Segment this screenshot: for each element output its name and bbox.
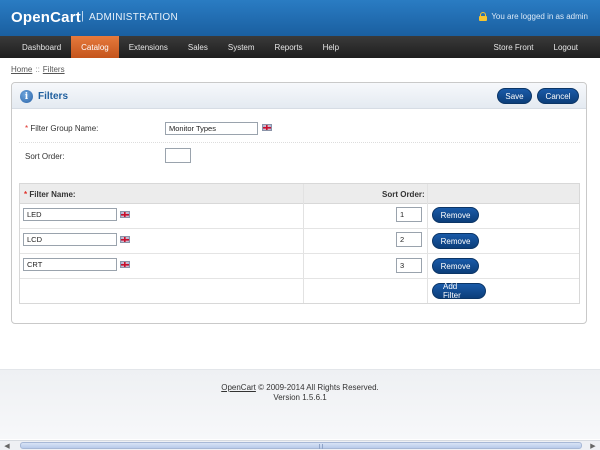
group-name-input[interactable]: Monitor Types <box>165 122 258 135</box>
filter-name-input[interactable]: LED <box>23 208 117 221</box>
info-icon: i <box>20 90 33 103</box>
language-flag-icon <box>120 211 130 218</box>
filter-sort-input[interactable]: 1 <box>396 207 422 222</box>
menu-system[interactable]: System <box>218 36 265 58</box>
language-flag-icon <box>120 236 130 243</box>
menu-catalog[interactable]: Catalog <box>71 36 119 58</box>
add-filter-button[interactable]: Add Filter <box>432 282 486 300</box>
header-sort-order: Sort Order: <box>382 190 425 199</box>
required-mark: * <box>25 124 29 133</box>
breadcrumb-separator: :: <box>35 65 40 74</box>
footer-opencart-link[interactable]: OpenCart <box>221 383 256 392</box>
footer-version: Version 1.5.6.1 <box>273 393 327 402</box>
required-mark: * <box>24 190 28 199</box>
login-status: You are logged in as admin <box>479 12 588 21</box>
menu-reports[interactable]: Reports <box>265 36 313 58</box>
logo-separator: | <box>81 10 84 22</box>
remove-button[interactable]: Remove <box>432 207 479 223</box>
menu-help[interactable]: Help <box>313 36 349 58</box>
opencart-logo[interactable]: OpenCart <box>11 9 81 26</box>
admin-subtitle: ADMINISTRATION <box>89 12 179 23</box>
filter-sort-input[interactable]: 2 <box>396 232 422 247</box>
main-menu: Dashboard Catalog Extensions Sales Syste… <box>0 36 600 58</box>
app-header: OpenCart | ADMINISTRATION You are logged… <box>0 0 600 36</box>
footer-copyright: OpenCart © 2009-2014 All Rights Reserved… <box>0 383 600 392</box>
sort-order-input[interactable] <box>165 148 191 163</box>
menu-extensions[interactable]: Extensions <box>119 36 178 58</box>
remove-button[interactable]: Remove <box>432 258 479 274</box>
page-footer: OpenCart © 2009-2014 All Rights Reserved… <box>0 369 600 439</box>
filter-sort-input[interactable]: 3 <box>396 258 422 273</box>
menu-dashboard[interactable]: Dashboard <box>0 36 71 58</box>
group-name-label-text: Filter Group Name: <box>30 124 99 133</box>
save-button[interactable]: Save <box>497 88 532 104</box>
breadcrumb: Home:: Filters <box>11 65 65 74</box>
footer-copyright-text: © 2009-2014 All Rights Reserved. <box>258 383 379 392</box>
panel-header: i Filters Save Cancel <box>12 83 586 109</box>
menu-sales[interactable]: Sales <box>178 36 218 58</box>
horizontal-scrollbar[interactable]: ◀ ▶ <box>0 440 600 450</box>
group-name-row: * Filter Group Name: <box>19 113 580 143</box>
page-title: Filters <box>38 91 69 102</box>
remove-button[interactable]: Remove <box>432 233 479 249</box>
filter-name-input[interactable]: CRT <box>23 258 117 271</box>
breadcrumb-filters[interactable]: Filters <box>43 65 65 74</box>
header-filter-name-text: Filter Name: <box>29 190 76 199</box>
header-filter-name: * Filter Name: <box>24 190 76 199</box>
language-flag-icon <box>262 124 272 131</box>
sort-order-label: Sort Order: <box>25 152 65 161</box>
login-text: You are logged in as admin <box>491 12 588 21</box>
breadcrumb-home[interactable]: Home <box>11 65 32 74</box>
scroll-thumb[interactable] <box>20 442 582 449</box>
sort-order-row: Sort Order: <box>19 143 580 171</box>
menu-right-group: Store Front Logout <box>484 36 600 58</box>
filter-name-input[interactable]: LCD <box>23 233 117 246</box>
table-header: * Filter Name: Sort Order: <box>20 184 579 204</box>
grip-icon <box>319 444 323 449</box>
group-name-label: * Filter Group Name: <box>25 124 98 133</box>
language-flag-icon <box>120 261 130 268</box>
lock-icon <box>479 12 488 21</box>
scroll-left-icon[interactable]: ◀ <box>2 441 12 450</box>
scroll-right-icon[interactable]: ▶ <box>588 441 598 450</box>
menu-store-front[interactable]: Store Front <box>484 36 544 58</box>
menu-logout[interactable]: Logout <box>544 36 600 58</box>
cancel-button[interactable]: Cancel <box>537 88 579 104</box>
